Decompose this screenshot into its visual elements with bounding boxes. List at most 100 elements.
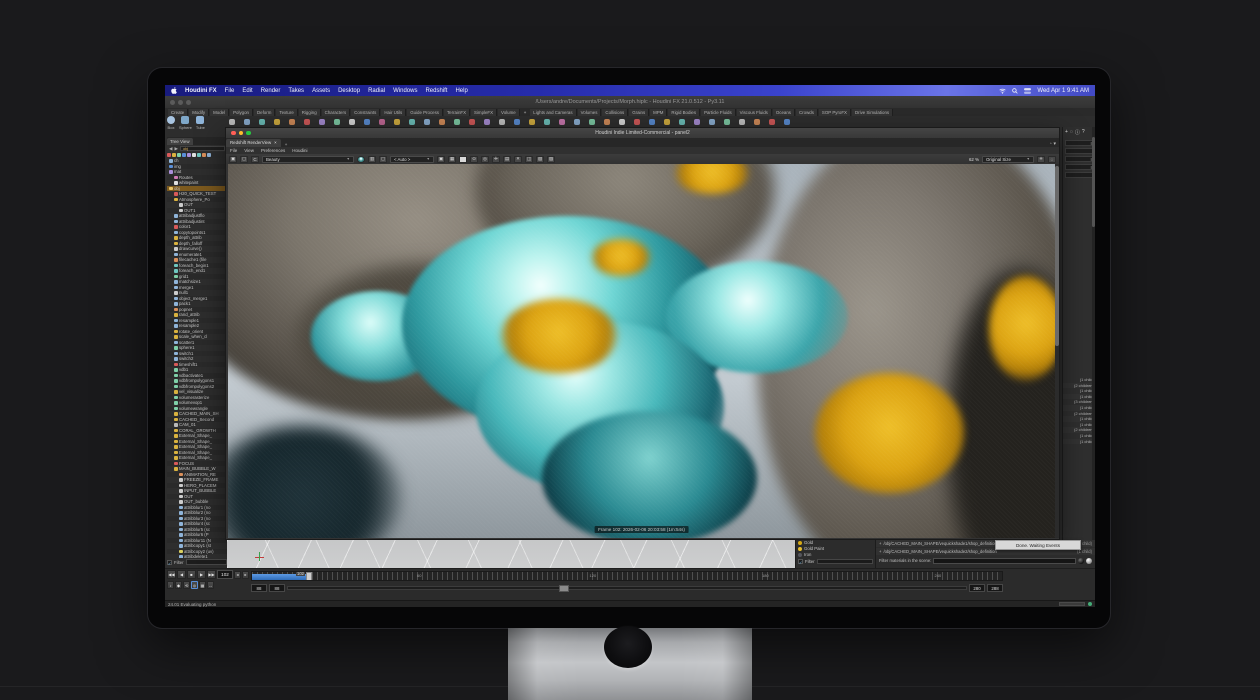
shelf-tool-icon[interactable] xyxy=(499,119,505,125)
tree-toolbar-icon[interactable] xyxy=(167,153,171,157)
menubar-item[interactable]: Render xyxy=(261,88,281,94)
expand-icon[interactable]: + xyxy=(879,548,881,555)
shelf-tool-icon[interactable] xyxy=(544,119,550,125)
renderview-menu-item[interactable]: Preferences xyxy=(261,148,285,153)
parameter-field[interactable]: ≡ xyxy=(1065,156,1093,162)
renderview-menu-item[interactable]: Houdini xyxy=(292,148,307,153)
control-center-icon[interactable] xyxy=(1024,88,1031,94)
shelf-tool-icon[interactable] xyxy=(334,119,340,125)
shelf-tool-icon[interactable] xyxy=(439,119,445,125)
viewport-strip[interactable] xyxy=(227,540,795,568)
wifi-icon[interactable] xyxy=(999,88,1006,94)
shelf-tool-icon[interactable] xyxy=(394,119,400,125)
shelf-tool-icon[interactable] xyxy=(664,119,670,125)
shelf-tool-icon[interactable] xyxy=(769,119,775,125)
range-start-field[interactable]: 88 xyxy=(251,584,267,592)
shelf-tool-icon[interactable] xyxy=(784,119,790,125)
gear-icon[interactable]: ✳ xyxy=(1037,156,1045,163)
material-row[interactable]: Iron xyxy=(796,552,875,558)
scene-material-filter-input[interactable] xyxy=(933,558,1076,564)
shelf-tool-icon[interactable] xyxy=(469,119,475,125)
render-ipr-icon[interactable]: ▢ xyxy=(240,156,248,163)
compare-icon[interactable]: ▥ xyxy=(368,156,376,163)
renderview-menu-item[interactable]: View xyxy=(244,148,254,153)
snapshot-slot-dropdown[interactable]: < Auto > ▼ xyxy=(390,156,434,163)
refresh-icon[interactable]: C xyxy=(251,156,259,163)
shelf-tool-icon[interactable] xyxy=(559,119,565,125)
menubar-item[interactable]: Redshift xyxy=(425,88,447,94)
magnifier-icon[interactable]: ◌ xyxy=(1070,129,1073,136)
stop-button[interactable]: ■ xyxy=(187,570,196,579)
playbar-options-icon[interactable]: ↔ xyxy=(207,581,214,589)
shelf-tool-icon[interactable] xyxy=(739,119,745,125)
shelf-tool-icon[interactable] xyxy=(679,119,685,125)
shelf-tab[interactable]: Volumes xyxy=(578,109,602,116)
clock-icon[interactable]: ⊙ xyxy=(470,156,478,163)
bucket-icon[interactable]: ▨ xyxy=(547,156,555,163)
shelf-tool-icon[interactable] xyxy=(709,119,715,125)
parameter-field[interactable]: ≡ xyxy=(1065,140,1093,146)
shelf-tab[interactable]: Characters xyxy=(322,109,350,116)
expand-icon[interactable]: ✛ xyxy=(492,156,500,163)
tree-toolbar-icon[interactable] xyxy=(207,153,211,157)
tree-toolbar-icon[interactable] xyxy=(182,153,186,157)
tree-filter-input[interactable] xyxy=(186,559,227,565)
filter-checkbox[interactable]: ✓ xyxy=(167,560,172,565)
shelf-tool-icon[interactable] xyxy=(694,119,700,125)
keyframe-icon[interactable]: ◆ xyxy=(175,581,182,589)
shelf-tab[interactable]: Viscous Fluids xyxy=(737,109,772,116)
menubar-item[interactable]: Desktop xyxy=(338,88,360,94)
menubar-item[interactable]: Assets xyxy=(312,88,330,94)
shelf-tool-icon[interactable] xyxy=(364,119,370,125)
play-reverse-button[interactable]: ◀ xyxy=(177,570,186,579)
shelf-tool-icon[interactable] xyxy=(754,119,760,125)
right-panel-scrollbar[interactable] xyxy=(1092,127,1095,607)
shelf-tab[interactable]: Volume xyxy=(498,109,520,116)
magnify-icon[interactable]: ◌ xyxy=(1048,156,1056,163)
filter-checkbox[interactable]: ✓ xyxy=(798,559,803,564)
lock-icon[interactable]: ▣ xyxy=(437,156,445,163)
range-slider[interactable] xyxy=(287,586,967,590)
shelf-tab[interactable]: Deform xyxy=(254,109,275,116)
close-tab-icon[interactable]: × xyxy=(274,139,277,147)
dopesheet-icon[interactable]: ▦ xyxy=(199,581,206,589)
tab-tree-view[interactable]: Tree View xyxy=(167,138,193,145)
current-frame-field[interactable]: 102 xyxy=(217,570,233,579)
shelf-tab[interactable]: Drive Simulations xyxy=(852,109,893,116)
shelf-tab[interactable]: Hair Utils xyxy=(381,109,406,116)
shelf-tab[interactable]: Constraints xyxy=(351,109,380,116)
rendered-image[interactable]: Frame 102: 2026-02-06 20:03:58 (1m:54s) xyxy=(228,164,1055,538)
shelf-tab[interactable]: MPM xyxy=(650,109,667,116)
tree-toolbar-icon[interactable] xyxy=(177,153,181,157)
audio-icon[interactable]: ♪ xyxy=(167,581,174,589)
shelf-tool-icon[interactable] xyxy=(724,119,730,125)
range-end-field-2[interactable]: 288 xyxy=(987,584,1003,592)
crop-icon[interactable]: ▢ xyxy=(379,156,387,163)
shelf-tab[interactable]: Texture xyxy=(276,109,297,116)
tree-path-field[interactable]: obj xyxy=(180,146,225,151)
shelf-tool-icon[interactable] xyxy=(259,119,265,125)
shelf-tool-icon[interactable] xyxy=(634,119,640,125)
render-start-icon[interactable]: ▣ xyxy=(229,156,237,163)
shelf-tool-icon[interactable] xyxy=(529,119,535,125)
shelf-tool-icon[interactable] xyxy=(379,119,385,125)
shelf-tool-icon[interactable] xyxy=(424,119,430,125)
shelf-tool-icon[interactable] xyxy=(619,119,625,125)
info-icon[interactable]: ⓘ xyxy=(1075,129,1080,136)
shelf-tool-icon[interactable] xyxy=(409,119,415,125)
apple-logo-icon[interactable] xyxy=(171,87,177,94)
tree-toolbar-icon[interactable] xyxy=(187,153,191,157)
search-icon[interactable] xyxy=(1012,88,1018,94)
playhead[interactable] xyxy=(306,572,312,581)
aov-dropdown[interactable]: Beauty ▼ xyxy=(262,156,354,163)
realtime-toggle-icon[interactable]: ◎ xyxy=(191,581,198,589)
shelf-tool-icon[interactable] xyxy=(574,119,580,125)
menubar-item[interactable]: Radial xyxy=(368,88,385,94)
shelf-tab[interactable]: SOP PyroFX xyxy=(819,109,851,116)
forward-icon[interactable]: ▶ xyxy=(174,146,177,152)
parameter-field[interactable] xyxy=(1065,172,1093,178)
material-filter-input[interactable] xyxy=(817,559,873,564)
tree-toolbar-icon[interactable] xyxy=(197,153,201,157)
tab-redshift-renderview[interactable]: Redshift RenderView × xyxy=(226,139,281,147)
shelf-tab[interactable]: Grains xyxy=(629,109,649,116)
